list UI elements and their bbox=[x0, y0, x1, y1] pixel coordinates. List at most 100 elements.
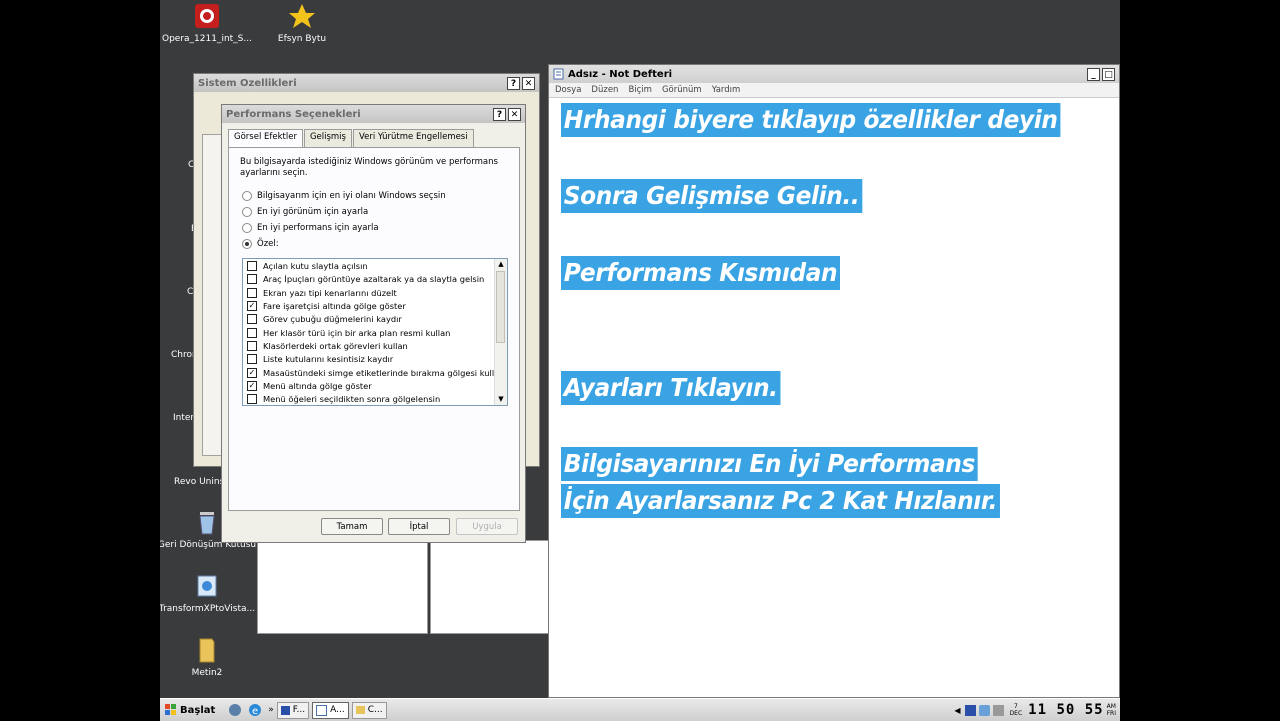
checkbox[interactable] bbox=[247, 327, 257, 338]
effect-item[interactable]: Liste kutularını kesintisiz kaydır bbox=[247, 352, 393, 365]
effect-item[interactable]: Araç İpuçları görüntüye azaltarak ya da … bbox=[247, 272, 484, 285]
checkbox-checked[interactable]: ✓ bbox=[247, 367, 257, 378]
tab-dep[interactable]: Veri Yürütme Engellemesi bbox=[352, 129, 474, 148]
desktop-icon-label: Efsyn Bytu bbox=[277, 34, 327, 44]
start-label: Başlat bbox=[180, 704, 216, 716]
effects-list[interactable]: Açılan kutu slaytla açılsın Araç İpuçlar… bbox=[242, 258, 508, 406]
tab-advanced[interactable]: Gelişmiş bbox=[303, 129, 352, 148]
clock-time: 11 50 55 bbox=[1028, 702, 1104, 718]
effect-label: Fare işaretçisi altında gölge göster bbox=[263, 300, 406, 311]
effect-item[interactable]: Görev çubuğu düğmelerini kaydır bbox=[247, 312, 402, 325]
radio-let-windows-choose[interactable]: Bilgisayarım için en iyi olanı Windows s… bbox=[242, 191, 446, 201]
radio-indicator bbox=[242, 191, 252, 201]
quick-launch-overflow-icon[interactable]: » bbox=[268, 705, 274, 715]
desktop-icon-transform[interactable]: TransformXPtoVista... bbox=[160, 572, 257, 614]
radio-best-appearance[interactable]: En iyi görünüm için ayarla bbox=[242, 207, 368, 217]
help-button[interactable]: ? bbox=[493, 107, 506, 121]
system-tray: ◀ 7 DEC 11 50 55 AM FRI bbox=[950, 699, 1120, 721]
checkbox-checked[interactable]: ✓ bbox=[247, 300, 257, 311]
checkbox[interactable] bbox=[247, 340, 257, 351]
clock-month: DEC bbox=[1009, 710, 1023, 717]
radio-best-performance[interactable]: En iyi performans için ayarla bbox=[242, 223, 379, 233]
menu-file[interactable]: Dosya bbox=[555, 85, 581, 95]
menu-bar: Dosya Düzen Biçim Görünüm Yardım bbox=[549, 83, 1119, 98]
clock-date: 7 DEC bbox=[1010, 703, 1023, 717]
taskbar-item-notepad[interactable]: A... bbox=[312, 701, 349, 719]
effect-label: Masaüstündeki simge etiketlerinde bırakm… bbox=[263, 367, 505, 378]
radio-label: Bilgisayarım için en iyi olanı Windows s… bbox=[257, 191, 446, 201]
desktop-icon-opera[interactable]: Opera_1211_int_S... bbox=[160, 2, 257, 44]
tray-chevron-icon[interactable]: ◀ bbox=[954, 706, 960, 715]
checkbox[interactable] bbox=[247, 353, 257, 364]
desktop-icon-label: Opera_1211_int_S... bbox=[162, 34, 252, 44]
scroll-down-arrow-icon[interactable]: ▼ bbox=[496, 394, 506, 405]
opera-icon bbox=[195, 4, 219, 28]
apply-button[interactable]: Uygula bbox=[456, 518, 518, 535]
effect-item[interactable]: Menü öğeleri seçildikten sonra gölgelens… bbox=[247, 392, 440, 405]
radio-custom[interactable]: Özel: bbox=[242, 239, 279, 249]
menu-view[interactable]: Görünüm bbox=[662, 85, 702, 95]
tray-network-icon[interactable] bbox=[978, 704, 990, 716]
menu-edit[interactable]: Düzen bbox=[591, 85, 618, 95]
performance-options-titlebar: Performans Seçenekleri ? ✕ bbox=[222, 105, 525, 123]
cancel-button[interactable]: İptal bbox=[388, 518, 450, 535]
effect-label: Klasörlerdeki ortak görevleri kullan bbox=[263, 340, 408, 351]
effect-item[interactable]: ✓ Masaüstündeki simge etiketlerinde bırak… bbox=[247, 366, 504, 379]
effect-label: Araç İpuçları görüntüye azaltarak ya da … bbox=[263, 273, 485, 284]
radio-label: Özel: bbox=[257, 239, 279, 249]
scroll-thumb[interactable] bbox=[496, 271, 505, 343]
checkbox[interactable] bbox=[247, 313, 257, 324]
effect-item[interactable]: ✓ Fare işaretçisi altında gölge göster bbox=[247, 299, 406, 312]
taskbar-item-label: A... bbox=[330, 705, 345, 715]
ok-button[interactable]: Tamam bbox=[321, 518, 383, 535]
star-icon bbox=[289, 4, 315, 28]
app-icon bbox=[280, 705, 290, 715]
effect-item[interactable]: Her klasör türü için bir arka plan resmi… bbox=[247, 326, 450, 339]
menu-help[interactable]: Yardım bbox=[712, 85, 741, 95]
svg-text:e: e bbox=[252, 706, 258, 717]
desktop-icon-efsyn[interactable]: Efsyn Bytu bbox=[252, 2, 352, 44]
minimize-button[interactable]: _ bbox=[1087, 67, 1100, 81]
clock-weekday: FRI bbox=[1106, 710, 1116, 717]
dialog-title: Sistem Özellikleri bbox=[198, 77, 297, 89]
taskbar-item[interactable]: F... bbox=[276, 701, 310, 719]
background-window-frame bbox=[257, 540, 428, 634]
effect-item[interactable]: Ekran yazı tipi kenarlarını düzelt bbox=[247, 286, 397, 299]
close-button[interactable]: ✕ bbox=[522, 76, 535, 90]
note-line: Hrhangi biyere tıklayıp özellikler deyin bbox=[561, 103, 1061, 137]
checkbox[interactable] bbox=[247, 273, 257, 284]
checkbox-checked[interactable]: ✓ bbox=[247, 380, 257, 391]
internet-explorer-icon[interactable]: e bbox=[248, 703, 262, 717]
notepad-icon bbox=[553, 68, 564, 80]
folder-icon bbox=[355, 706, 365, 714]
taskbar-item[interactable]: C... bbox=[351, 701, 387, 719]
scroll-up-arrow-icon[interactable]: ▲ bbox=[496, 259, 506, 270]
effect-label: Menü öğeleri seçildikten sonra gölgelens… bbox=[263, 393, 441, 404]
start-button[interactable]: Başlat bbox=[160, 700, 220, 720]
maximize-button[interactable]: □ bbox=[1102, 67, 1115, 81]
effect-item[interactable]: Klasörlerdeki ortak görevleri kullan bbox=[247, 339, 408, 352]
effect-label: Menü altında gölge göster bbox=[263, 380, 372, 391]
tray-app-icon[interactable] bbox=[964, 704, 976, 716]
help-button[interactable]: ? bbox=[507, 76, 520, 90]
visual-effects-panel: Bu bilgisayarda istediğiniz Windows görü… bbox=[228, 147, 520, 511]
radio-indicator bbox=[242, 207, 252, 217]
checkbox[interactable] bbox=[247, 393, 257, 404]
quick-launch-icon[interactable] bbox=[228, 703, 242, 717]
desktop-icon-metin2[interactable]: Metin2 bbox=[160, 636, 257, 678]
tray-monitor-icon[interactable] bbox=[992, 704, 1004, 716]
effect-label: Görev çubuğu düğmelerini kaydır bbox=[263, 313, 402, 324]
effect-item[interactable]: ✓ Menü altında gölge göster bbox=[247, 379, 372, 392]
close-button[interactable]: ✕ bbox=[508, 107, 521, 121]
checkbox[interactable] bbox=[247, 260, 257, 271]
menu-format[interactable]: Biçim bbox=[628, 85, 652, 95]
checkbox[interactable] bbox=[247, 287, 257, 298]
note-line: Bilgisayarınızı En İyi Performans bbox=[561, 447, 978, 481]
effects-scrollbar[interactable]: ▲ ▼ bbox=[494, 259, 507, 405]
notepad-icon bbox=[316, 704, 328, 716]
radio-indicator bbox=[242, 223, 252, 233]
note-line: Performans Kısmıdan bbox=[561, 256, 841, 290]
description-text: Bu bilgisayarda istediğiniz Windows görü… bbox=[240, 157, 498, 178]
desktop-icon-label: Metin2 bbox=[191, 668, 223, 678]
effect-item[interactable]: Açılan kutu slaytla açılsın bbox=[247, 259, 368, 272]
